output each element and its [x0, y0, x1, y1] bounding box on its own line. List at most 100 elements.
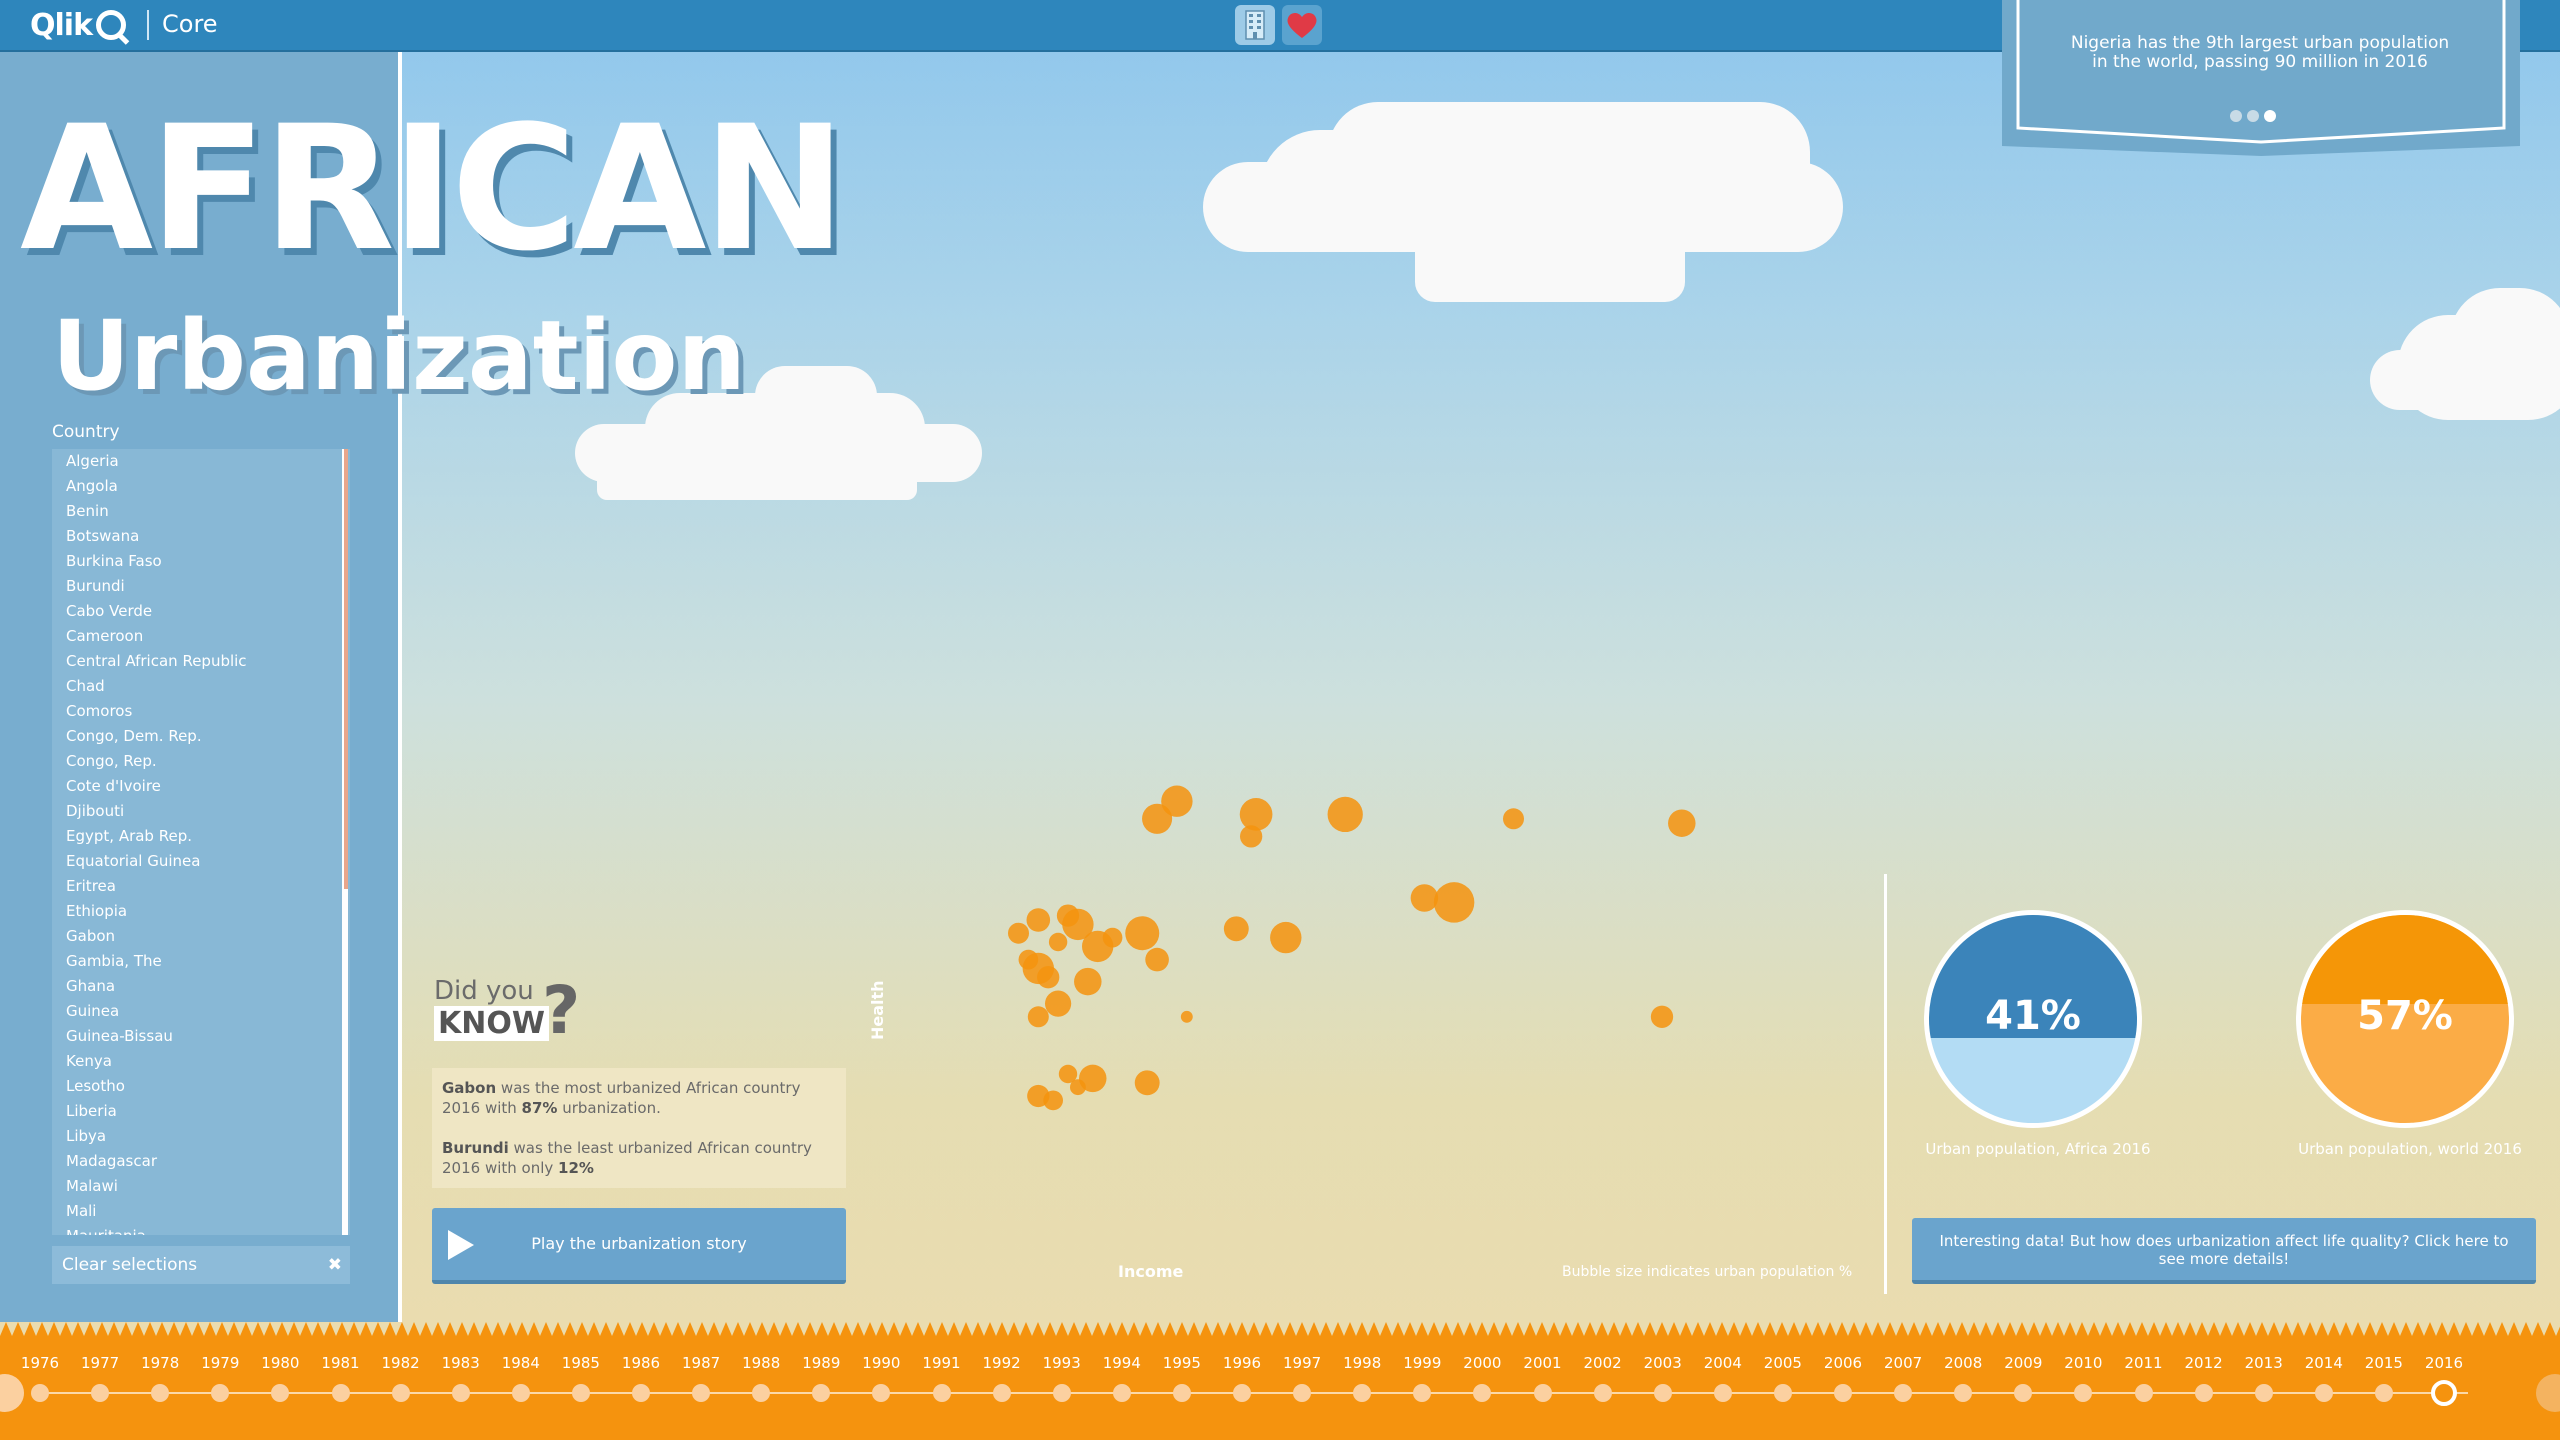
country-item[interactable]: Mauritania — [52, 1224, 350, 1235]
country-bubble[interactable] — [1027, 1006, 1049, 1028]
country-item[interactable]: Cameroon — [52, 624, 350, 649]
pie-urban-africa[interactable]: 41% — [1924, 910, 2142, 1128]
country-item[interactable]: Kenya — [52, 1049, 350, 1074]
timeline-dot[interactable] — [1293, 1384, 1312, 1402]
timeline-year-label[interactable]: 2003 — [1633, 1354, 1693, 1372]
timeline-year-label[interactable]: 2009 — [1993, 1354, 2053, 1372]
timeline-dot[interactable] — [1713, 1384, 1732, 1402]
country-item[interactable]: Congo, Dem. Rep. — [52, 724, 350, 749]
timeline-year-label[interactable]: 2010 — [2053, 1354, 2113, 1372]
timeline-dot[interactable] — [1353, 1384, 1372, 1402]
timeline-year-label[interactable]: 1983 — [431, 1354, 491, 1372]
country-item[interactable]: Guinea — [52, 999, 350, 1024]
country-item[interactable]: Gambia, The — [52, 949, 350, 974]
country-bubble[interactable] — [1074, 967, 1102, 996]
timeline-year-label[interactable]: 1995 — [1152, 1354, 1212, 1372]
country-item[interactable]: Egypt, Arab Rep. — [52, 824, 350, 849]
country-bubble[interactable] — [1327, 796, 1363, 833]
timeline-year-label[interactable]: 1989 — [791, 1354, 851, 1372]
timeline-year-label[interactable]: 2002 — [1573, 1354, 1633, 1372]
timeline-dot[interactable] — [2194, 1384, 2213, 1402]
country-item[interactable]: Central African Republic — [52, 649, 350, 674]
timeline-dot[interactable] — [2374, 1384, 2393, 1402]
country-bubble[interactable] — [1650, 1005, 1674, 1028]
country-bubble[interactable] — [1180, 1010, 1193, 1023]
country-item[interactable]: Djibouti — [52, 799, 350, 824]
timeline-dot[interactable] — [752, 1384, 771, 1402]
timeline-dot[interactable] — [391, 1384, 410, 1402]
timeline-year-label[interactable]: 1988 — [731, 1354, 791, 1372]
timeline-dot[interactable] — [1172, 1384, 1191, 1402]
country-bubble[interactable] — [1045, 990, 1072, 1017]
timeline-dot[interactable] — [1773, 1384, 1792, 1402]
timeline-year-label[interactable]: 2001 — [1513, 1354, 1573, 1372]
timeline-year-label[interactable]: 1996 — [1212, 1354, 1272, 1372]
timeline-year-label[interactable]: 2016 — [2414, 1354, 2474, 1372]
country-bubble[interactable] — [1668, 809, 1696, 837]
timeline-year-label[interactable]: 1987 — [671, 1354, 731, 1372]
timeline-year-label[interactable]: 2015 — [2354, 1354, 2414, 1372]
country-bubble[interactable] — [1070, 1079, 1086, 1096]
country-item[interactable]: Ethiopia — [52, 899, 350, 924]
timeline-year-label[interactable]: 2011 — [2114, 1354, 2174, 1372]
timeline-year-label[interactable]: 1977 — [70, 1354, 130, 1372]
timeline-year-label[interactable]: 2008 — [1933, 1354, 1993, 1372]
country-bubble[interactable] — [1223, 916, 1249, 942]
country-bubble[interactable] — [1048, 932, 1068, 952]
timeline-dot[interactable] — [1052, 1384, 1071, 1402]
timeline-year-label[interactable]: 1993 — [1032, 1354, 1092, 1372]
timeline-year-label[interactable]: 2012 — [2174, 1354, 2234, 1372]
timeline-prev-handle[interactable] — [0, 1374, 24, 1412]
timeline-dot[interactable] — [271, 1384, 290, 1402]
country-bubble[interactable] — [1043, 1090, 1063, 1111]
timeline-year-label[interactable]: 1992 — [972, 1354, 1032, 1372]
country-item[interactable]: Cabo Verde — [52, 599, 350, 624]
timeline-dot[interactable] — [1653, 1384, 1672, 1402]
timeline-dot[interactable] — [1894, 1384, 1913, 1402]
building-button[interactable] — [1235, 5, 1275, 45]
timeline-year-label[interactable]: 2005 — [1753, 1354, 1813, 1372]
timeline-year-label[interactable]: 1981 — [311, 1354, 371, 1372]
country-item[interactable]: Benin — [52, 499, 350, 524]
timeline-year-label[interactable]: 2014 — [2294, 1354, 2354, 1372]
timeline-dot[interactable] — [31, 1384, 49, 1402]
timeline-year-label[interactable]: 1994 — [1092, 1354, 1152, 1372]
timeline-dot[interactable] — [1413, 1384, 1432, 1402]
timeline-dot[interactable] — [331, 1384, 350, 1402]
timeline-dot[interactable] — [571, 1384, 590, 1402]
bubble-chart[interactable] — [860, 780, 1880, 1300]
timeline-year-label[interactable]: 1990 — [851, 1354, 911, 1372]
timeline-year-label[interactable]: 2004 — [1693, 1354, 1753, 1372]
country-bubble[interactable] — [1102, 927, 1123, 948]
country-item[interactable]: Gabon — [52, 924, 350, 949]
country-bubble[interactable] — [1125, 916, 1160, 951]
heart-button[interactable] — [1282, 5, 1322, 45]
country-bubble[interactable] — [1134, 1070, 1160, 1096]
timeline-dot[interactable] — [1112, 1384, 1131, 1402]
timeline-dot-selected[interactable] — [2431, 1380, 2457, 1406]
timeline-dot[interactable] — [151, 1384, 170, 1402]
country-item[interactable]: Comoros — [52, 699, 350, 724]
timeline-dot[interactable] — [932, 1384, 951, 1402]
country-bubble[interactable] — [1145, 947, 1169, 972]
country-item[interactable]: Cote d'Ivoire — [52, 774, 350, 799]
year-timeline[interactable]: 1976 1977 1978 1979 1980 1981 1982 1983 1984 1985… — [0, 1336, 2560, 1440]
country-item[interactable]: Liberia — [52, 1099, 350, 1124]
country-listbox[interactable]: Algeria Angola Benin Botswana Burkina Faso Bu… — [52, 449, 350, 1235]
timeline-dot[interactable] — [511, 1384, 530, 1402]
timeline-year-label[interactable]: 1979 — [190, 1354, 250, 1372]
ribbon-dot-active[interactable] — [2264, 110, 2276, 122]
timeline-year-label[interactable]: 1999 — [1392, 1354, 1452, 1372]
timeline-next-handle[interactable] — [2536, 1374, 2560, 1412]
timeline-year-label[interactable]: 1980 — [250, 1354, 310, 1372]
timeline-dot[interactable] — [211, 1384, 230, 1402]
pie-urban-world[interactable]: 57% — [2296, 910, 2514, 1128]
timeline-dot[interactable] — [2314, 1384, 2333, 1402]
timeline-dot[interactable] — [91, 1384, 110, 1402]
timeline-dot[interactable] — [1954, 1384, 1973, 1402]
ribbon-dot[interactable] — [2247, 110, 2259, 122]
country-item[interactable]: Libya — [52, 1124, 350, 1149]
clear-selections-button[interactable]: Clear selections ✖ — [52, 1246, 350, 1284]
timeline-year-label[interactable]: 1976 — [10, 1354, 70, 1372]
country-item[interactable]: Malawi — [52, 1174, 350, 1199]
